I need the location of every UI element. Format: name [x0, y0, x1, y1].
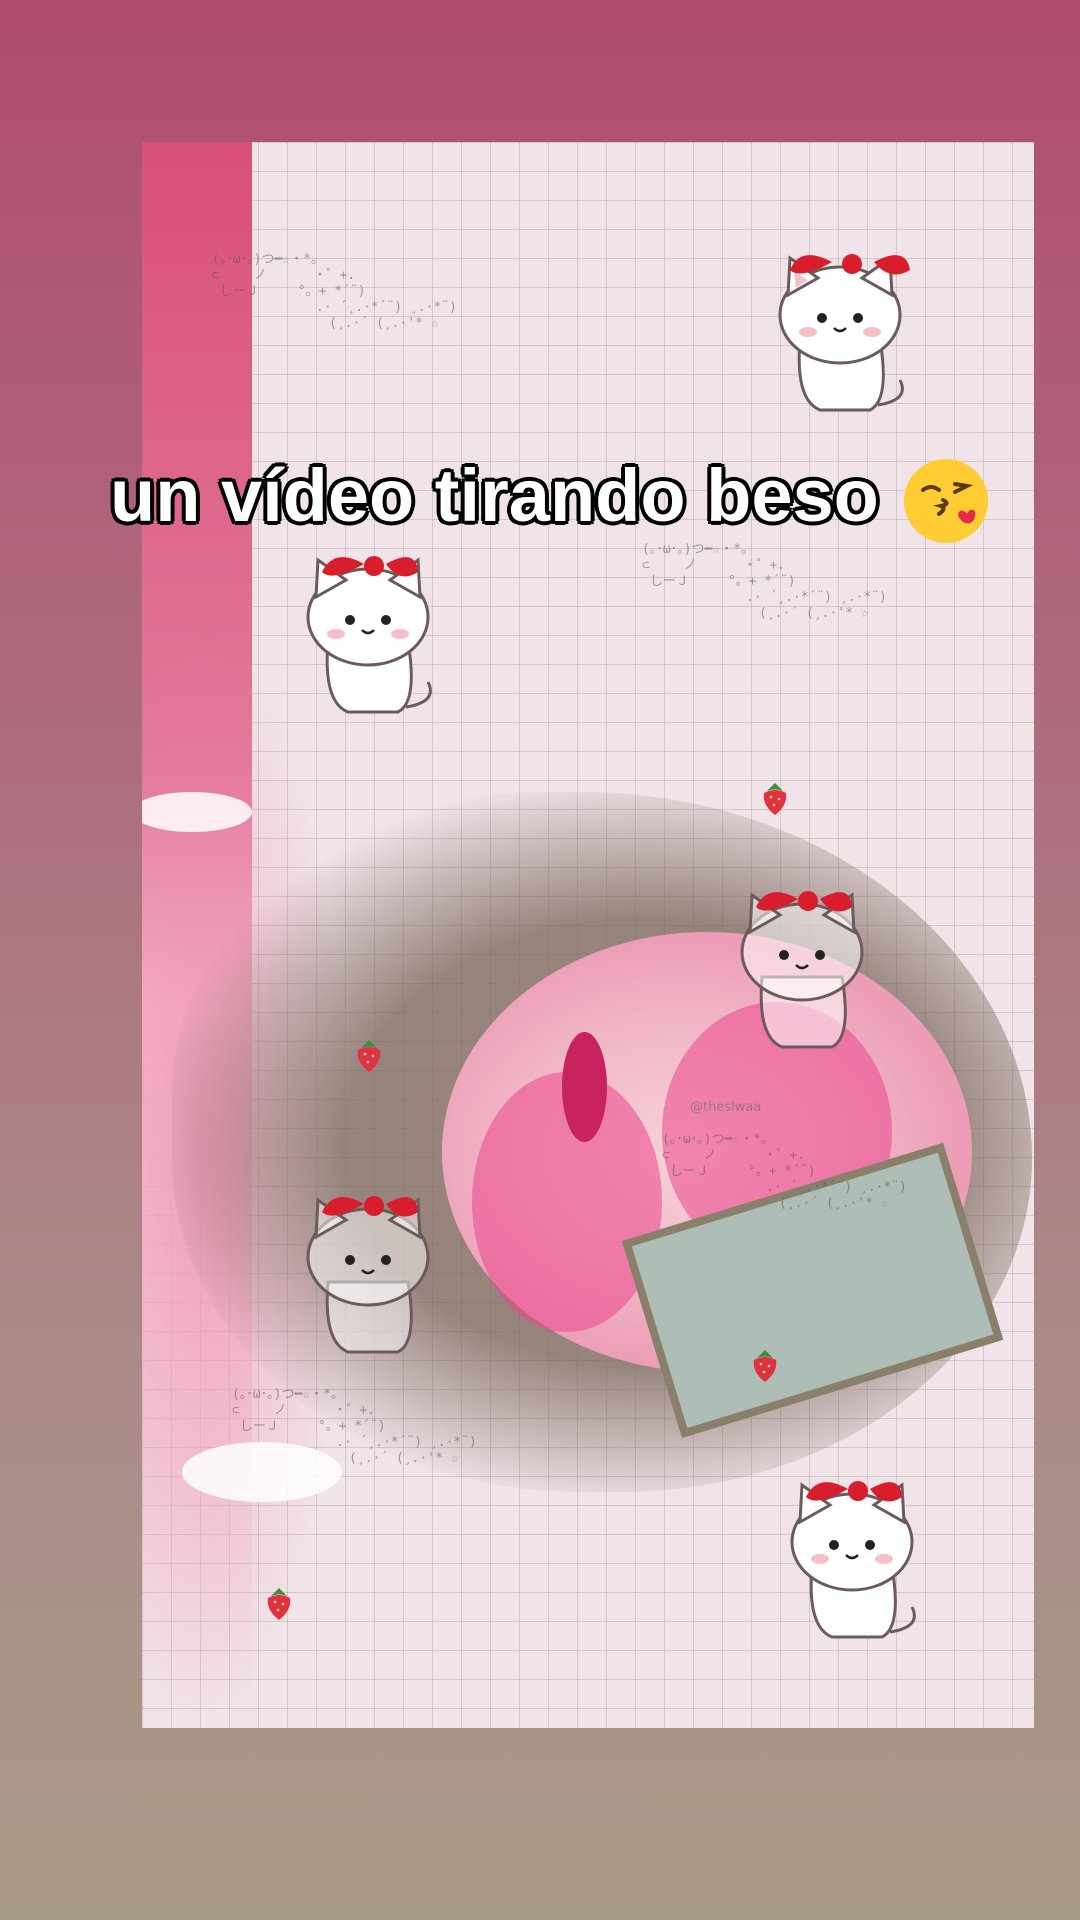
kaomoji-doodle-4: (｡･ω･｡)つ━☆・*。 ⊂ ノ ・゜+. しーＪ °。+ *´¨) .· ´…	[232, 1387, 477, 1466]
watermark: @theslwaa	[690, 1100, 762, 1115]
kiss-face-emoji-icon	[903, 459, 988, 544]
strawberry-icon	[753, 1350, 777, 1382]
caption-text: un vídeo tirando beso	[110, 454, 879, 537]
kaomoji-doodle-1: (｡･ω･｡)つ━☆・*。 ⊂ ノ ・゜+. しーＪ °。+ *´¨) .· ´…	[212, 252, 457, 331]
strawberry-icon	[763, 783, 787, 815]
strawberry-icon	[357, 1040, 381, 1072]
kitty-sticker-icon	[306, 556, 432, 714]
strawberry-icon	[267, 1588, 291, 1620]
story-photo: (｡･ω･｡)つ━☆・*。 ⊂ ノ ・゜+. しーＪ °。+ *´¨) .· ´…	[142, 142, 1034, 1728]
kaomoji-doodle-3: (｡･ω･｡)つ━☆・*。 ⊂ ノ ・゜+. しーＪ °。+ *´¨) .· ´…	[662, 1132, 907, 1211]
kitty-sticker-icon	[306, 1196, 430, 1354]
story-caption: un vídeo tirando beso	[0, 448, 1080, 546]
kitty-sticker-icon	[740, 891, 864, 1049]
kitty-sticker-icon	[778, 254, 910, 412]
lips-shape	[562, 1032, 607, 1142]
kaomoji-doodle-2: (｡･ω･｡)つ━☆・*。 ⊂ ノ ・゜+. しーＪ °。+ *´¨) .· ´…	[642, 542, 887, 621]
kitty-sticker-icon	[790, 1481, 916, 1639]
